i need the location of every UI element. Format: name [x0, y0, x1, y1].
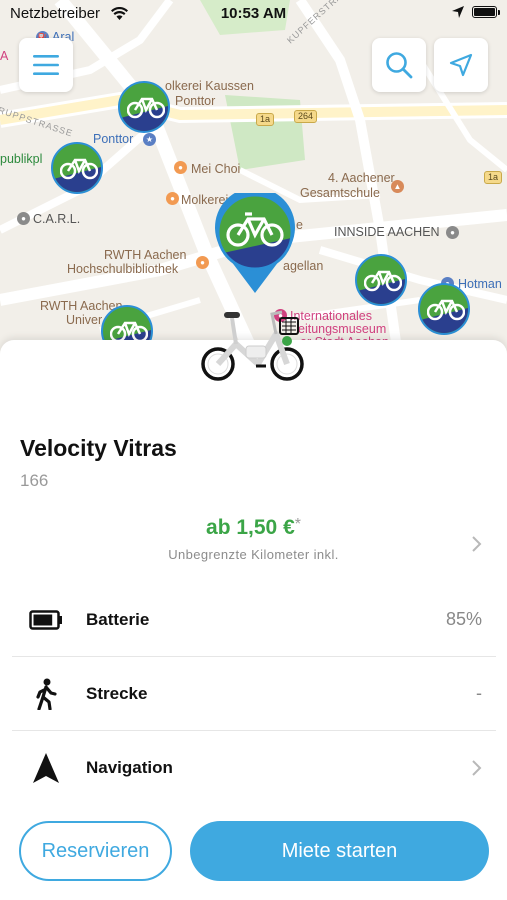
school-icon: ▲: [391, 180, 404, 193]
place-icon: ●: [17, 212, 30, 225]
chevron-right-icon: [472, 760, 482, 776]
navigation-label: Navigation: [86, 758, 173, 777]
map-poi: Gesamtschule: [300, 186, 380, 200]
navigation-arrow-icon: [33, 753, 59, 783]
price-subtitle: Unbegrenzte Kilometer inkl.: [168, 547, 339, 562]
bike-id: 166: [20, 471, 49, 490]
library-icon: ●: [196, 256, 209, 269]
map-poi: olkerei Kaussen: [165, 79, 254, 93]
map-poi: Hochschulbibliothek: [67, 262, 179, 276]
road-shield: 1a: [484, 171, 503, 184]
map-poi: A: [0, 49, 9, 63]
price-value: ab 1,50 €: [206, 516, 295, 539]
bike-marker[interactable]: [355, 254, 407, 306]
map-poi: Univer: [66, 313, 103, 327]
bike-marker[interactable]: [118, 81, 170, 133]
menu-button[interactable]: [19, 38, 73, 92]
location-services-icon: [452, 6, 464, 18]
landmark-icon: ★: [143, 133, 156, 146]
chevron-right-icon[interactable]: [471, 535, 482, 553]
status-battery-icon: [472, 6, 500, 18]
search-button[interactable]: [372, 38, 426, 92]
bike-marker[interactable]: [51, 142, 103, 194]
bike-image: [201, 310, 304, 381]
road-shield: 264: [294, 110, 318, 123]
start-rental-button[interactable]: Miete starten: [190, 821, 489, 881]
battery-icon: [29, 610, 62, 630]
map-poi: e: [296, 218, 303, 232]
road-shield: 1a: [256, 113, 275, 126]
distance-row: Strecke -: [12, 657, 496, 731]
distance-value: -: [476, 683, 482, 703]
battery-row: Batterie 85%: [12, 583, 496, 657]
reserve-button[interactable]: Reservieren: [19, 821, 172, 881]
location-arrow-icon: [449, 53, 473, 77]
map-poi: Ponttor: [93, 132, 134, 146]
locate-me-button[interactable]: [434, 38, 488, 92]
map-poi: 4. Aachener: [328, 171, 395, 185]
clock: 10:53 AM: [220, 5, 287, 22]
app-screen: Netzbetreiber 10:53 AM Aral A olkerei Ka…: [0, 0, 507, 900]
walking-person-icon: [36, 678, 57, 710]
bike-marker[interactable]: [418, 283, 470, 335]
map-poi: C.A.R.L.: [33, 212, 81, 226]
map-poi: RWTH Aachen: [104, 248, 187, 262]
price-asterisk: *: [294, 516, 301, 533]
selected-bike-pin[interactable]: [214, 193, 296, 293]
restaurant-icon: ●: [174, 161, 187, 174]
restaurant-icon: ●: [166, 192, 179, 205]
status-bar: Netzbetreiber 10:53 AM: [0, 0, 507, 28]
price-label[interactable]: ab 1,50 €*: [0, 516, 507, 540]
bike-detail-sheet: Velocity Vitras 166 ab 1,50 €* Unbegrenz…: [0, 310, 507, 900]
navigation-row[interactable]: Navigation: [12, 731, 496, 805]
search-icon: [386, 52, 413, 79]
map-poi: INNSIDE AACHEN: [334, 225, 440, 239]
map-poi: Mei Choi: [191, 162, 241, 176]
bike-name: Velocity Vitras: [20, 435, 177, 461]
battery-value: 85%: [445, 609, 482, 629]
map-poi: Hotman: [458, 277, 502, 291]
hamburger-menu-icon: [33, 55, 59, 75]
map-poi: Ponttor: [175, 94, 216, 108]
battery-label: Batterie: [86, 610, 150, 629]
map-poi: publikpl: [0, 152, 43, 166]
hotel-icon: ●: [446, 226, 459, 239]
distance-label: Strecke: [86, 684, 148, 703]
